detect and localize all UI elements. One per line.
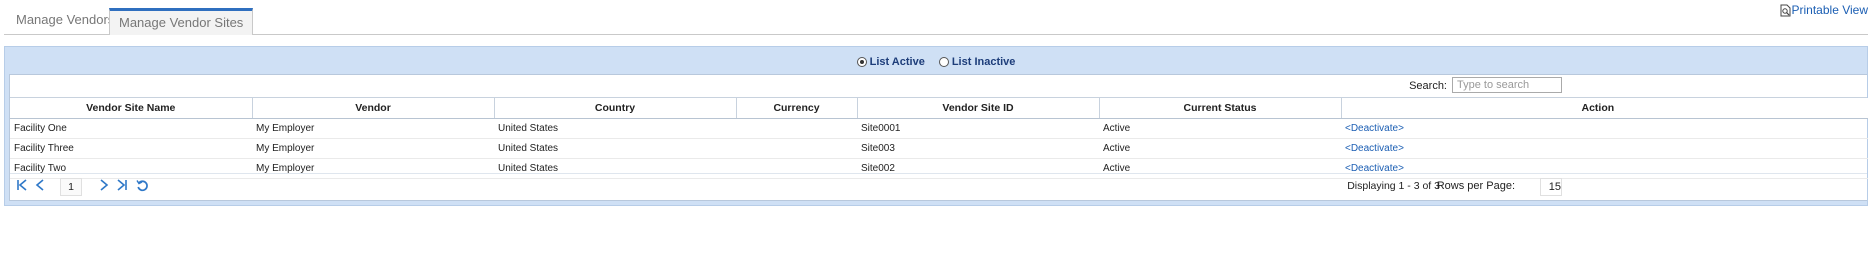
refresh-icon[interactable] [136, 179, 149, 194]
rows-per-page-label: Rows per Page: [1436, 180, 1515, 192]
cell-site-id: Site003 [857, 138, 1099, 159]
column-header-action[interactable]: Action [1341, 98, 1868, 119]
column-header-vendor-site-name[interactable]: Vendor Site Name [10, 98, 253, 119]
column-header-vendor[interactable]: Vendor [252, 98, 495, 119]
printable-view-label: Printable View [1791, 3, 1868, 17]
grid-container: Search: Vendor Site Name Vendor Country … [9, 74, 1868, 201]
printable-view-link[interactable]: Printable View [1780, 3, 1868, 17]
deactivate-link[interactable]: <Deactivate> [1341, 118, 1868, 139]
list-active-label: List Active [869, 56, 925, 68]
tab-manage-vendor-sites[interactable]: Manage Vendor Sites [109, 8, 254, 35]
column-header-country[interactable]: Country [494, 98, 737, 119]
search-input[interactable] [1452, 77, 1562, 93]
cell-currency [736, 138, 857, 159]
displaying-count: Displaying 1 - 3 of 3 [1347, 180, 1440, 192]
cell-status: Active [1099, 138, 1341, 159]
deactivate-link[interactable]: <Deactivate> [1341, 138, 1868, 159]
rows-per-page-select[interactable]: 15 [1540, 178, 1562, 196]
tab-manage-vendors[interactable]: Manage Vendors [8, 8, 122, 34]
cell-vendor: My Employer [252, 138, 494, 159]
cell-country: United States [494, 138, 736, 159]
print-preview-icon [1780, 4, 1790, 16]
table-row[interactable]: Facility Three My Employer United States… [10, 138, 1868, 159]
cell-vendor: My Employer [252, 118, 494, 139]
next-page-icon[interactable] [98, 179, 110, 193]
column-header-currency[interactable]: Currency [736, 98, 858, 119]
cell-site-id: Site0001 [857, 118, 1099, 139]
column-header-current-status[interactable]: Current Status [1099, 98, 1342, 119]
list-inactive-radio[interactable] [938, 57, 949, 67]
list-inactive-label: List Inactive [951, 56, 1016, 68]
last-page-icon[interactable] [116, 179, 128, 193]
list-active-radio[interactable] [856, 57, 867, 67]
prev-page-icon[interactable] [34, 179, 46, 193]
table-row[interactable]: Facility One My Employer United States S… [10, 118, 1868, 139]
cell-site-name: Facility One [10, 118, 252, 139]
column-header-vendor-site-id[interactable]: Vendor Site ID [857, 98, 1100, 119]
pager: 1 Displaying 1 - 3 of 3 Rows per Page: 1… [10, 173, 1867, 200]
status-filter: List Active List Inactive [5, 53, 1867, 71]
vendor-sites-panel: List Active List Inactive Search: Vendor… [4, 46, 1868, 206]
first-page-icon[interactable] [16, 179, 28, 193]
page-number-input[interactable]: 1 [60, 178, 82, 196]
cell-country: United States [494, 118, 736, 139]
cell-currency [736, 118, 857, 139]
list-inactive-option[interactable]: List Inactive [938, 53, 1016, 71]
cell-status: Active [1099, 118, 1341, 139]
vendor-sites-table: Vendor Site Name Vendor Country Currency… [10, 98, 1868, 179]
table-header-row: Vendor Site Name Vendor Country Currency… [10, 98, 1868, 119]
search-bar: Search: [10, 75, 1867, 98]
cell-site-name: Facility Three [10, 138, 252, 159]
list-active-option[interactable]: List Active [856, 53, 925, 71]
tab-bar: Manage Vendors Manage Vendor Sites [4, 0, 1868, 35]
search-label: Search: [1409, 80, 1447, 92]
